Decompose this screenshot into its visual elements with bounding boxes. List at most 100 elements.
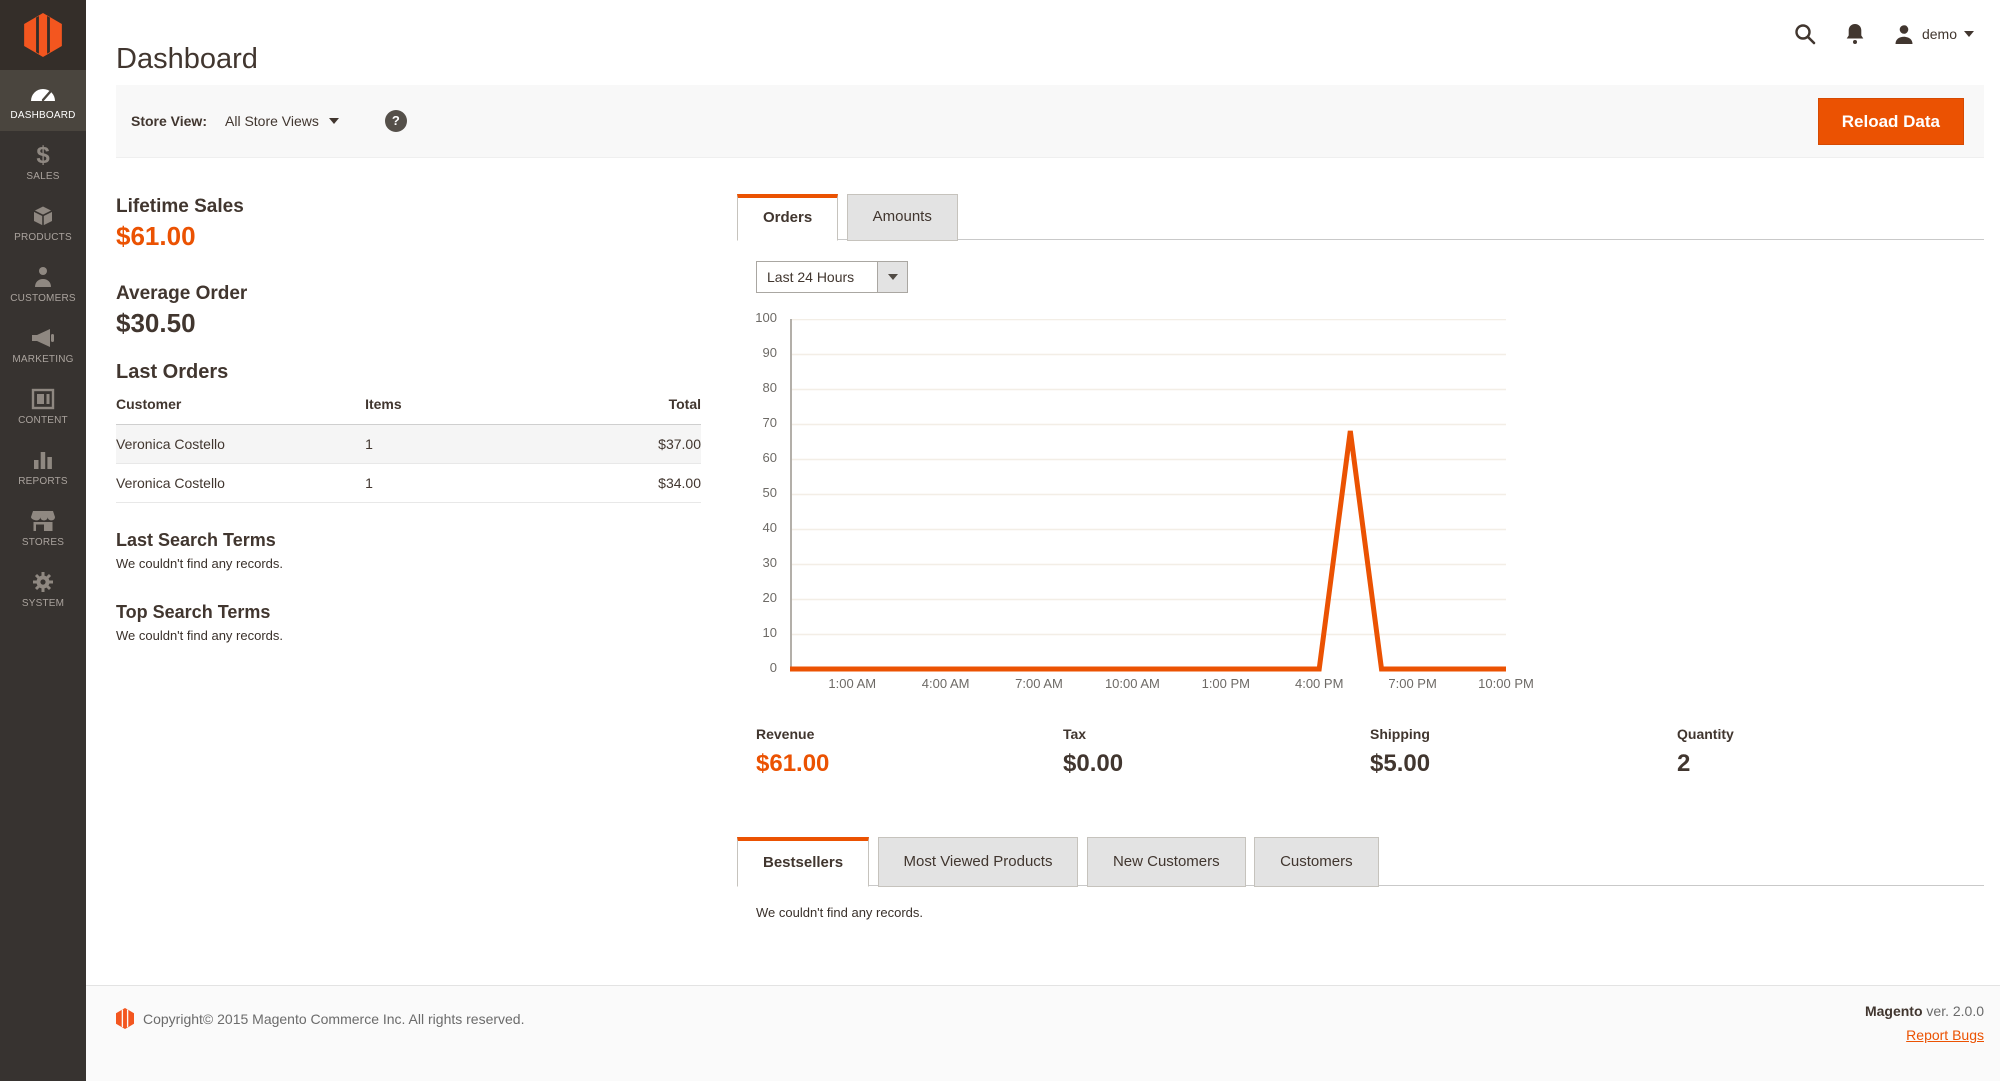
magento-logo[interactable] [0,0,86,70]
sidebar-item-label: STORES [22,537,64,548]
sidebar-item-sales[interactable]: $ SALES [0,131,86,192]
y-axis-tick-label: 90 [746,345,777,360]
reload-data-button[interactable]: Reload Data [1818,98,1964,145]
sidebar-item-label: MARKETING [12,354,73,365]
y-axis-tick-label: 60 [746,450,777,465]
dollar-icon: $ [31,142,55,168]
sidebar-item-customers[interactable]: CUSTOMERS [0,253,86,314]
stat-value: 2 [1677,750,1967,778]
sidebar: DASHBOARD $ SALES PRODUCTS CUSTOMERS [0,0,86,1081]
bar-chart-icon [32,447,54,473]
table-row[interactable]: Veronica Costello 1 $37.00 [116,425,701,464]
x-axis-tick-label: 10:00 PM [1461,676,1551,691]
lifetime-sales-value: $61.00 [116,221,196,252]
x-axis-tick-label: 10:00 AM [1087,676,1177,691]
stat-label: Revenue [756,726,1046,742]
stat-shipping: Shipping $5.00 [1370,726,1660,778]
user-menu[interactable]: demo [1893,23,1974,45]
average-order-heading: Average Order [116,283,247,305]
last-orders-table: Customer Items Total Veronica Costello 1… [116,396,701,503]
y-axis-tick-label: 50 [746,485,777,500]
page-layout-icon [31,386,55,412]
chevron-down-icon [888,274,898,280]
stat-value: $5.00 [1370,750,1660,778]
search-icon[interactable] [1793,22,1817,46]
y-axis-tick-label: 30 [746,555,777,570]
sidebar-item-label: DASHBOARD [10,110,75,121]
stat-revenue: Revenue $61.00 [756,726,1046,778]
stat-value: $61.00 [756,750,1046,778]
top-search-terms-heading: Top Search Terms [116,602,270,623]
header-actions: demo [1793,22,1974,46]
notifications-bell-icon[interactable] [1844,22,1866,46]
box-icon [31,203,55,229]
store-view-label: Store View: [131,113,207,129]
footer-version-block: Magento ver. 2.0.0 Report Bugs [1865,1003,1984,1045]
report-bugs-link[interactable]: Report Bugs [1906,1027,1984,1043]
sidebar-item-label: REPORTS [18,476,68,487]
footer-brand: Magento [1865,1003,1923,1019]
cell-items: 1 [365,425,603,464]
store-view-toolbar: Store View: All Store Views ? Reload Dat… [116,85,1984,158]
chevron-down-icon [329,118,339,124]
store-view-selector[interactable]: All Store Views [225,113,339,129]
magento-footer-logo-icon [116,1008,134,1029]
chart-range-select[interactable]: Last 24 Hours [756,261,908,293]
table-header-row: Customer Items Total [116,396,701,425]
orders-amounts-tabs: Orders Amounts [737,194,1984,240]
sidebar-item-reports[interactable]: REPORTS [0,436,86,497]
person-icon [32,264,54,290]
col-total: Total [603,396,701,425]
col-customer: Customer [116,396,365,425]
tab-most-viewed-products[interactable]: Most Viewed Products [878,837,1079,887]
x-axis-tick-label: 4:00 AM [901,676,991,691]
cell-customer: Veronica Costello [116,464,365,503]
average-order-value: $30.50 [116,308,196,339]
sidebar-item-system[interactable]: SYSTEM [0,558,86,619]
store-view-value: All Store Views [225,113,319,129]
sidebar-item-label: CUSTOMERS [10,293,76,304]
page-title: Dashboard [116,43,258,76]
stat-quantity: Quantity 2 [1677,726,1967,778]
tab-amounts[interactable]: Amounts [847,194,958,241]
storefront-icon [30,508,56,534]
y-axis-tick-label: 70 [746,415,777,430]
stat-label: Shipping [1370,726,1660,742]
sidebar-item-products[interactable]: PRODUCTS [0,192,86,253]
cell-total: $37.00 [603,425,701,464]
tab-customers[interactable]: Customers [1254,837,1379,887]
sidebar-item-content[interactable]: CONTENT [0,375,86,436]
sidebar-item-dashboard[interactable]: DASHBOARD [0,70,86,131]
cell-items: 1 [365,464,603,503]
help-icon[interactable]: ? [385,110,407,132]
x-axis-tick-label: 7:00 PM [1368,676,1458,691]
tab-new-customers[interactable]: New Customers [1087,837,1246,887]
select-caret-button[interactable] [877,262,907,292]
sidebar-item-marketing[interactable]: MARKETING [0,314,86,375]
y-axis-tick-label: 40 [746,520,777,535]
table-row[interactable]: Veronica Costello 1 $34.00 [116,464,701,503]
stat-label: Tax [1063,726,1353,742]
stat-tax: Tax $0.00 [1063,726,1353,778]
last-search-terms-heading: Last Search Terms [116,530,276,551]
dashboard-icon [30,81,56,107]
last-search-empty-text: We couldn't find any records. [116,556,283,571]
gear-icon [31,569,55,595]
magento-admin-dashboard: DASHBOARD $ SALES PRODUCTS CUSTOMERS [0,0,2000,1081]
sidebar-item-stores[interactable]: STORES [0,497,86,558]
x-axis-tick-label: 4:00 PM [1274,676,1364,691]
y-axis-tick-label: 20 [746,590,777,605]
cell-customer: Veronica Costello [116,425,365,464]
bottom-report-tabs: Bestsellers Most Viewed Products New Cus… [737,837,1984,886]
chevron-down-icon [1964,31,1974,37]
stat-label: Quantity [1677,726,1967,742]
x-axis-tick-label: 1:00 PM [1181,676,1271,691]
tab-bestsellers[interactable]: Bestsellers [737,837,869,887]
y-axis-tick-label: 80 [746,380,777,395]
sidebar-item-label: SYSTEM [22,598,64,609]
x-axis-tick-label: 7:00 AM [994,676,1084,691]
copyright-text: Copyright© 2015 Magento Commerce Inc. Al… [143,1011,525,1027]
orders-chart-svg [790,319,1510,672]
tab-orders[interactable]: Orders [737,194,838,241]
sidebar-nav: DASHBOARD $ SALES PRODUCTS CUSTOMERS [0,70,86,619]
